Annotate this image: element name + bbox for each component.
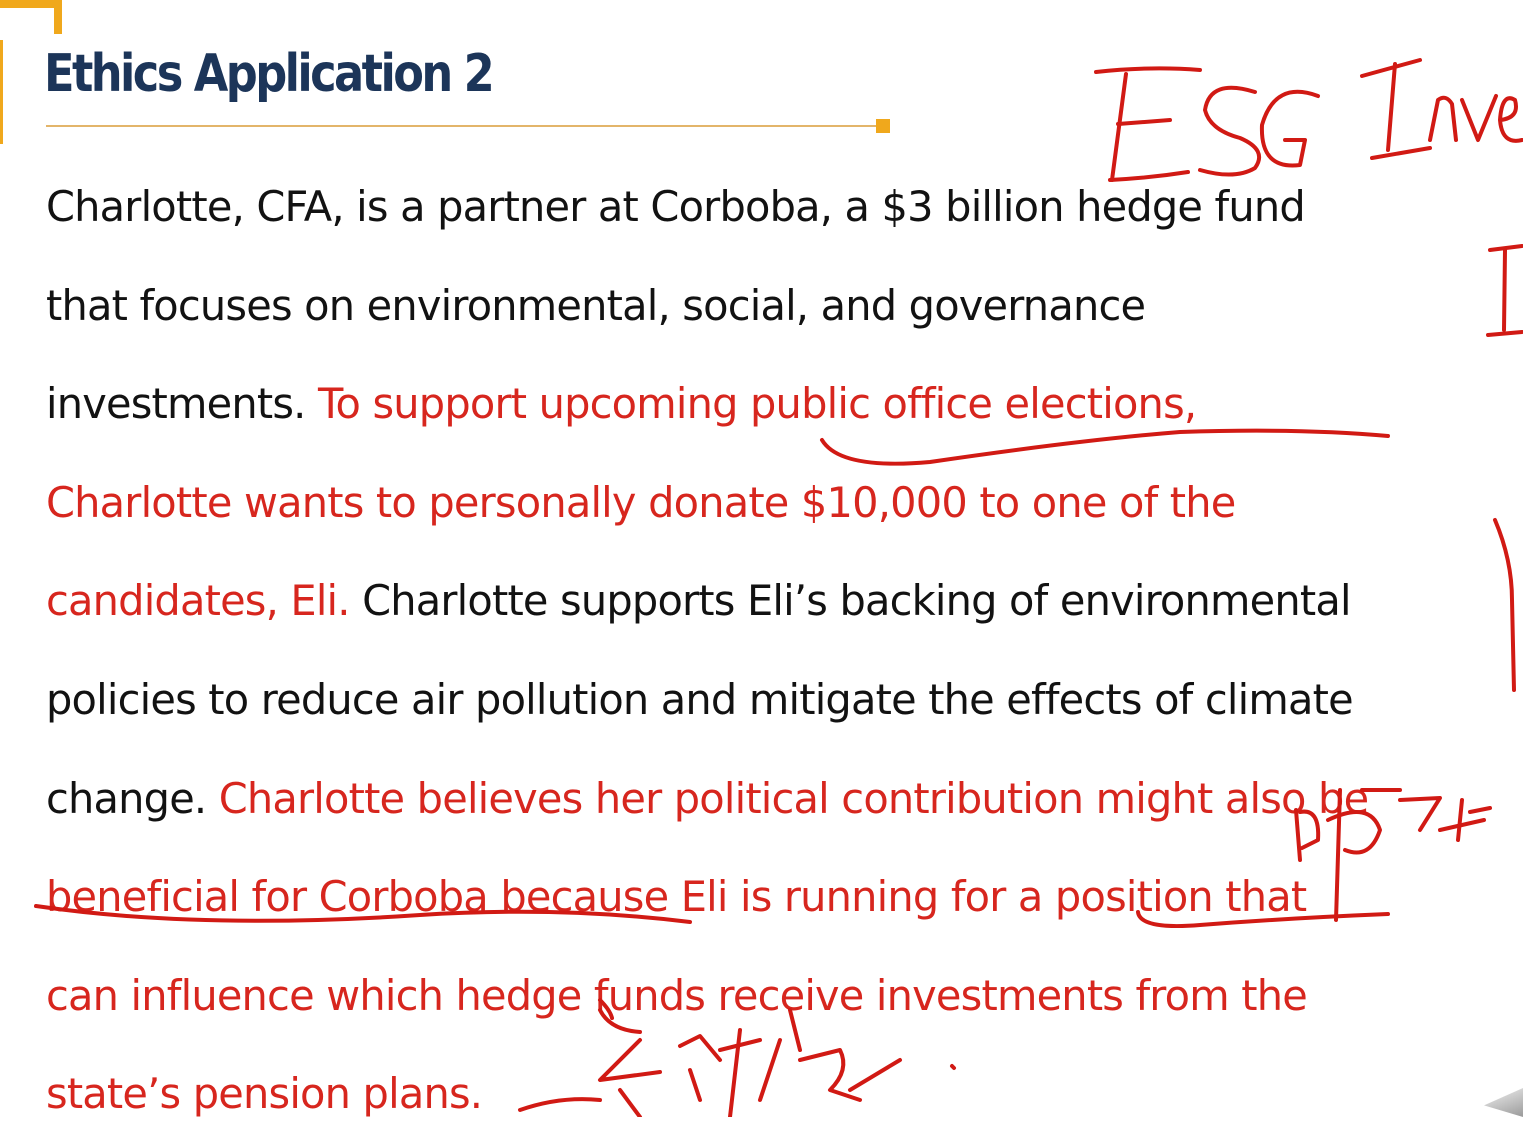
passage-text-run: Charlotte, CFA, is a partner at Corboba,…: [46, 182, 1306, 231]
passage-highlight-run: candidates, Eli.: [46, 576, 363, 626]
passage-highlight-run: To support upcoming public office electi…: [317, 379, 1197, 429]
passage-highlight-run: state’s pension plans.: [46, 1069, 483, 1119]
title-underline-end-marker: [876, 119, 890, 133]
passage-text-run: that focuses on environmental, social, a…: [46, 280, 1146, 330]
slide-title: Ethics Application 2: [44, 44, 495, 104]
passage-line: can influence which hedge funds receive …: [46, 947, 1506, 1046]
corner-accent: [0, 0, 62, 34]
left-edge-accent: [0, 40, 3, 144]
passage-line: investments. To support upcoming public …: [46, 355, 1506, 454]
passage-line: Charlotte, CFA, is a partner at Corboba,…: [46, 158, 1506, 257]
passage-text-run: policies to reduce air pollution and mit…: [46, 674, 1354, 724]
passage-highlight-run: beneficial for Corboba because Eli is ru…: [46, 872, 1307, 922]
passage-text-run: Charlotte supports Eli’s backing of envi…: [362, 576, 1351, 626]
passage-text-run: investments.: [46, 379, 318, 429]
passage-highlight-run: Charlotte believes her political contrib…: [218, 773, 1369, 823]
passage-highlight-run: Charlotte wants to personally donate $10…: [46, 477, 1236, 527]
title-underline: [46, 125, 882, 127]
passage-line: change. Charlotte believes her political…: [46, 750, 1506, 849]
passage-highlight-run: can influence which hedge funds receive …: [46, 970, 1308, 1020]
case-passage: Charlotte, CFA, is a partner at Corboba,…: [46, 158, 1506, 1144]
passage-line: that focuses on environmental, social, a…: [46, 257, 1506, 356]
passage-line: state’s pension plans.: [46, 1045, 1506, 1144]
passage-line: beneficial for Corboba because Eli is ru…: [46, 848, 1506, 947]
passage-text-run: change.: [46, 773, 219, 823]
passage-line: candidates, Eli. Charlotte supports Eli’…: [46, 552, 1506, 651]
passage-line: Charlotte wants to personally donate $10…: [46, 454, 1506, 553]
passage-line: policies to reduce air pollution and mit…: [46, 651, 1506, 750]
